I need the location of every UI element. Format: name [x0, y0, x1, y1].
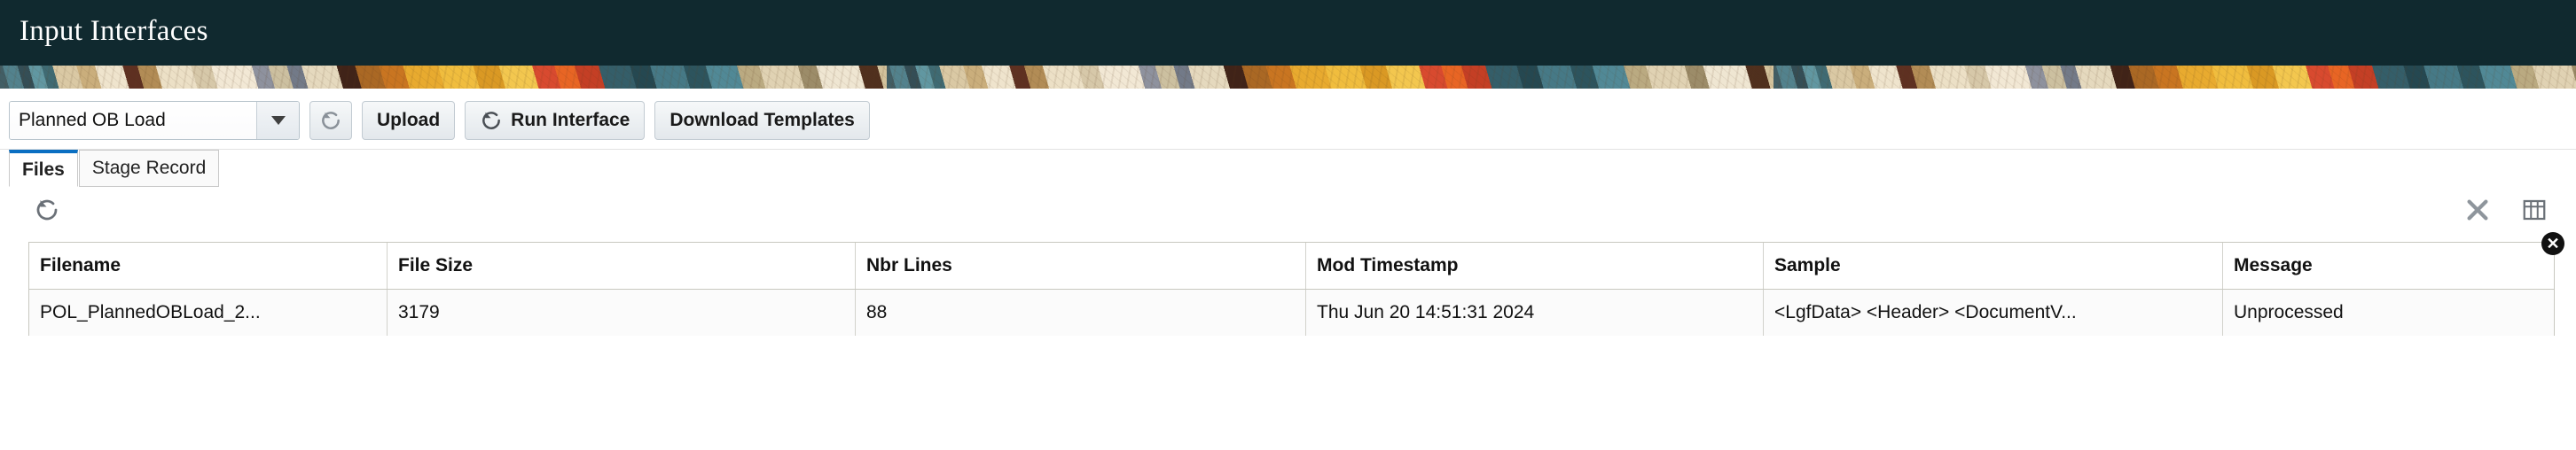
tab-stage-record-label: Stage Record: [91, 158, 207, 178]
refresh-icon: [322, 112, 340, 129]
upload-button-label: Upload: [377, 110, 441, 130]
chevron-down-icon[interactable]: [256, 102, 299, 139]
column-header-file-size[interactable]: File Size: [388, 243, 856, 289]
tab-bar: Files Stage Record: [0, 150, 2576, 187]
cell-file-size: 3179: [388, 290, 856, 336]
run-interface-button[interactable]: Run Interface: [465, 101, 646, 140]
tab-files[interactable]: Files: [9, 150, 78, 187]
page-title: Input Interfaces: [20, 14, 208, 47]
tab-stage-record[interactable]: Stage Record: [78, 150, 220, 187]
download-templates-button[interactable]: Download Templates: [654, 101, 870, 140]
upload-button[interactable]: Upload: [362, 101, 456, 140]
decorative-banner-strip: [0, 66, 2576, 89]
column-header-nbr-lines[interactable]: Nbr Lines: [856, 243, 1306, 289]
table-row[interactable]: POL_PlannedOBLoad_2... 3179 88 Thu Jun 2…: [29, 290, 2554, 336]
column-header-filename[interactable]: Filename: [29, 243, 388, 289]
cell-filename: POL_PlannedOBLoad_2...: [29, 290, 388, 336]
column-header-sample[interactable]: Sample: [1764, 243, 2223, 289]
refresh-icon[interactable]: [34, 197, 60, 223]
run-interface-button-label: Run Interface: [511, 110, 630, 130]
download-templates-button-label: Download Templates: [669, 110, 855, 130]
cell-mod-timestamp: Thu Jun 20 14:51:31 2024: [1306, 290, 1764, 336]
tab-files-label: Files: [22, 159, 65, 180]
cell-sample: <LgfData> <Header> <DocumentV...: [1764, 290, 2223, 336]
close-x-icon[interactable]: [2464, 197, 2491, 223]
table-close-badge[interactable]: ✕: [2541, 232, 2564, 255]
files-table: ✕ Filename File Size Nbr Lines Mod Times…: [28, 232, 2564, 336]
table-header-row: Filename File Size Nbr Lines Mod Timesta…: [29, 243, 2554, 290]
table-columns-icon[interactable]: [2521, 197, 2548, 223]
column-header-message[interactable]: Message: [2223, 243, 2554, 289]
app-header: Input Interfaces: [0, 0, 2576, 66]
cell-nbr-lines: 88: [856, 290, 1306, 336]
main-toolbar: Planned OB Load Upload Run Interface Dow…: [0, 89, 2576, 150]
cell-message: Unprocessed: [2234, 302, 2344, 322]
interface-select[interactable]: Planned OB Load: [9, 101, 300, 140]
files-panel: ✕ Filename File Size Nbr Lines Mod Times…: [0, 187, 2576, 336]
column-header-mod-timestamp[interactable]: Mod Timestamp: [1306, 243, 1764, 289]
refresh-icon: [482, 112, 501, 129]
refresh-button[interactable]: [309, 101, 352, 140]
grid-toolbar: [9, 187, 2567, 233]
interface-select-value: Planned OB Load: [10, 102, 256, 139]
